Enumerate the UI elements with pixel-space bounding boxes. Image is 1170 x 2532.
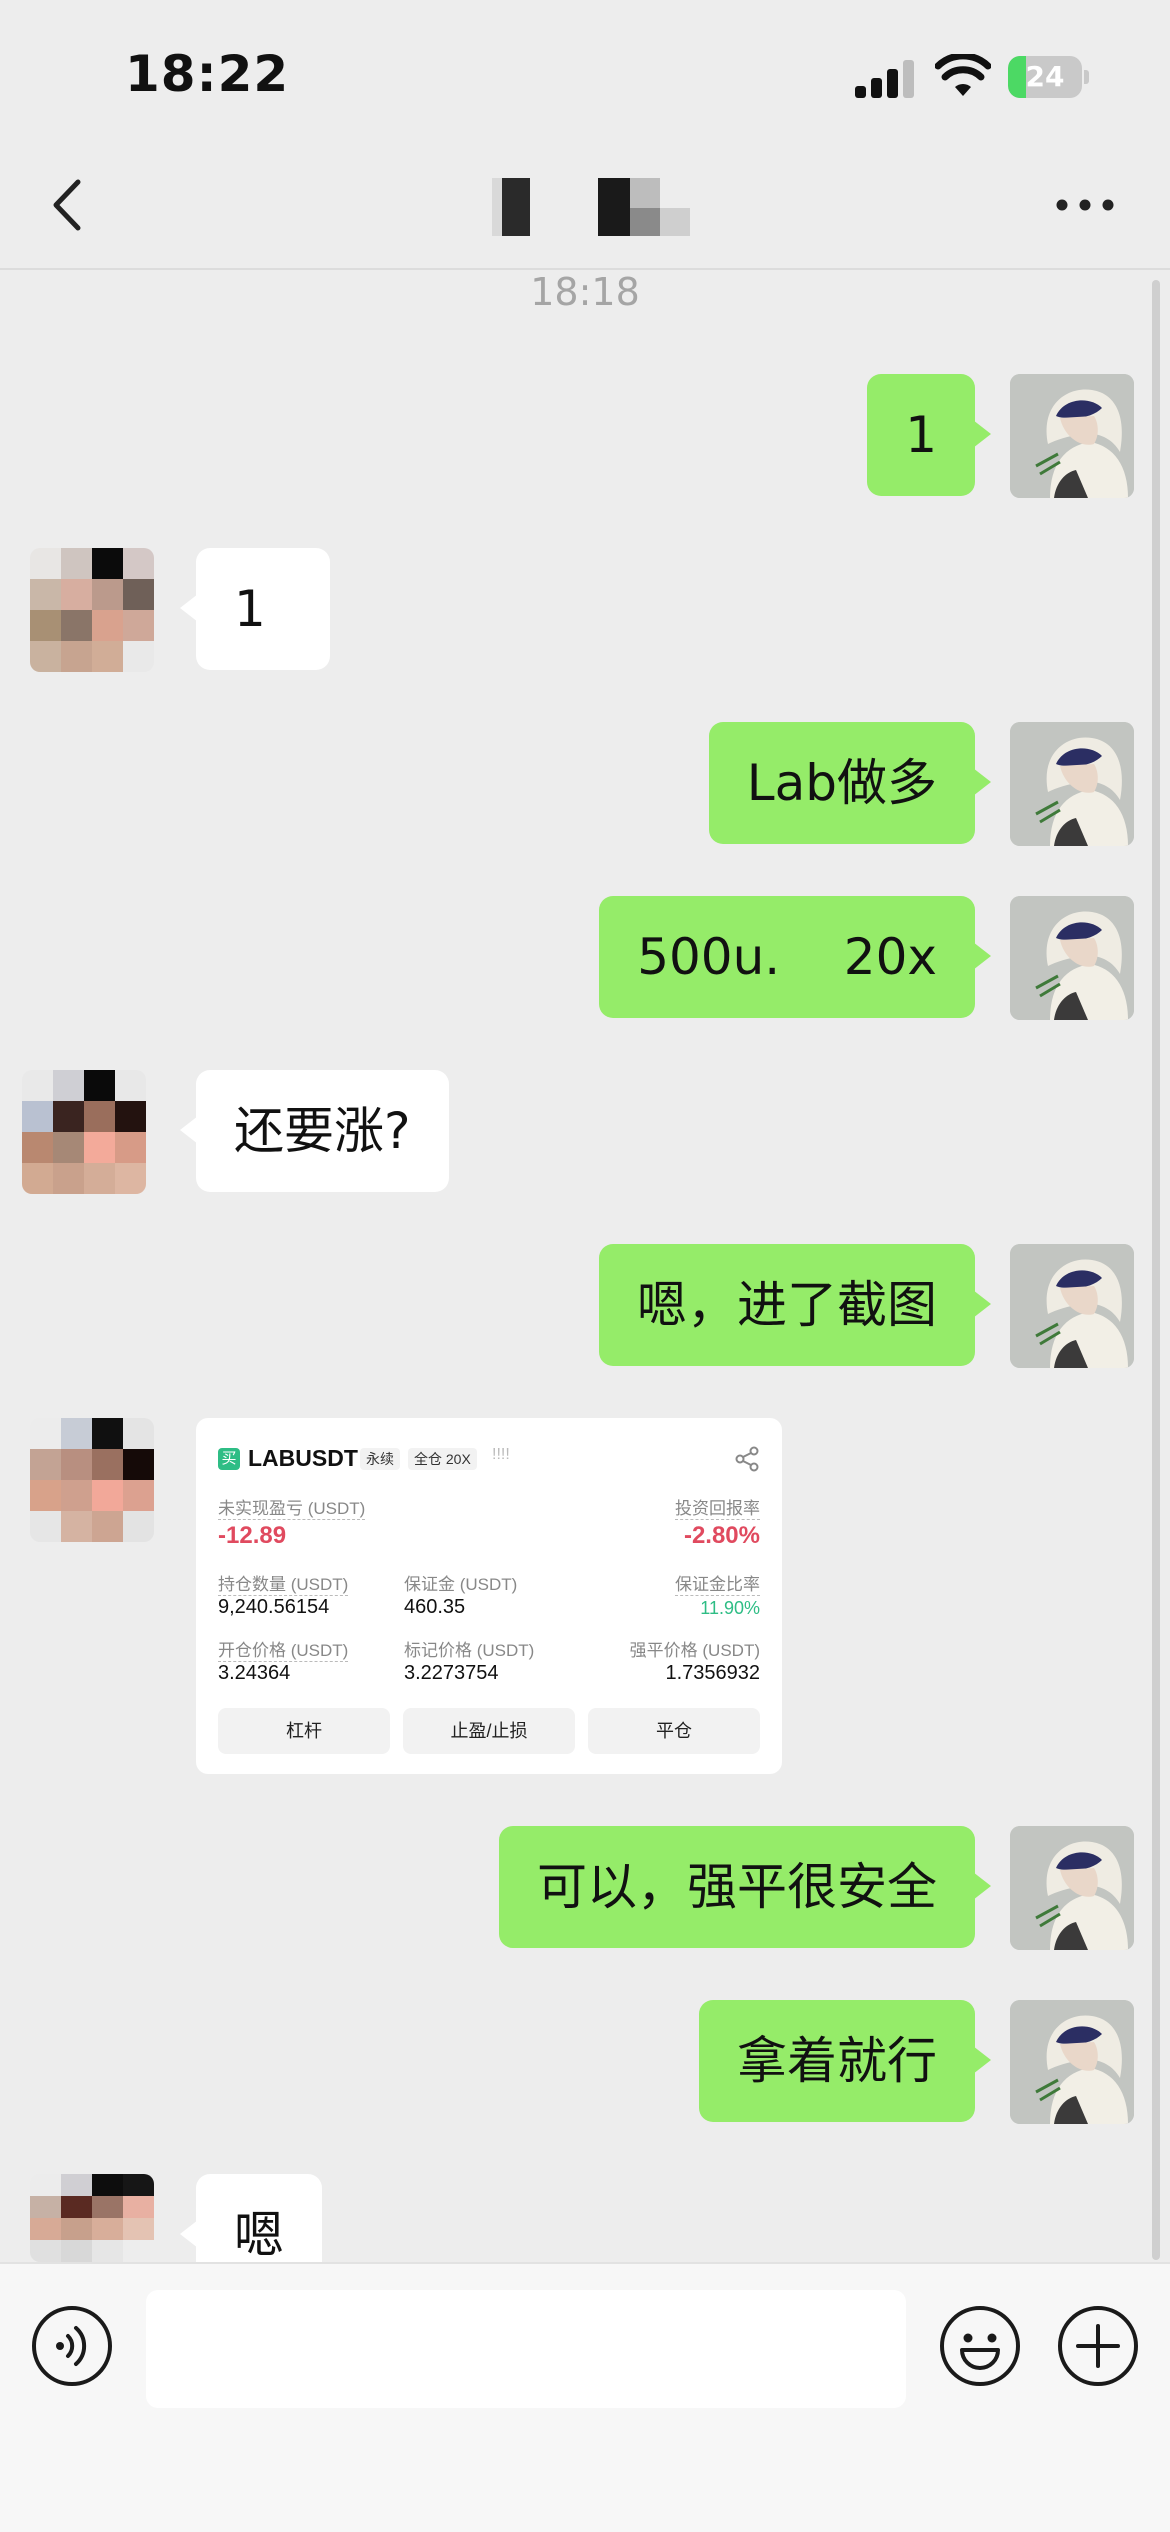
status-bar: 18:22 24 (0, 0, 1170, 140)
message-bubble-sent[interactable]: 嗯，进了截图 (599, 1244, 991, 1366)
position-size-value: 9,240.56154 (218, 1596, 330, 1618)
avatar[interactable] (1010, 374, 1134, 498)
tag-margin-mode: 全仓 20X (408, 1448, 477, 1470)
message-bubble-received[interactable]: 嗯 (180, 2174, 322, 2264)
message-bubble-sent[interactable]: 1 (867, 374, 991, 496)
close-position-button[interactable]: 平仓 (588, 1708, 760, 1754)
unrealized-pnl-value: -12.89 (218, 1522, 287, 1549)
unrealized-pnl-label: 未实现盈亏 (USDT) (218, 1494, 366, 1520)
position-screenshot-card[interactable]: 买 LABUSDT 永续 全仓 20X !!!! 未实现盈亏 (USDT) -1… (196, 1418, 782, 1774)
liq-price-value: 1.7356932 (665, 1662, 760, 1684)
avatar[interactable] (30, 2174, 154, 2262)
emoji-icon[interactable] (938, 2304, 1022, 2388)
more-dots-icon[interactable] (1050, 180, 1120, 230)
margin-ratio-value: 11.90% (700, 1598, 760, 1618)
tp-sl-button[interactable]: 止盈/止损 (403, 1708, 575, 1754)
voice-icon[interactable] (30, 2304, 114, 2388)
message-bubble-sent[interactable]: 可以，强平很安全 (499, 1826, 991, 1948)
battery-icon: 24 (1008, 56, 1089, 98)
wifi-icon (935, 54, 991, 96)
avatar[interactable] (1010, 2000, 1134, 2124)
leverage-button[interactable]: 杠杆 (218, 1708, 390, 1754)
mark-price-label: 标记价格 (USDT) (404, 1641, 535, 1660)
entry-price-value: 3.24364 (218, 1662, 291, 1684)
position-size-label: 持仓数量 (USDT) (218, 1570, 349, 1596)
scroll-indicator[interactable] (1152, 280, 1160, 2260)
message-bubble-sent[interactable]: 500u. 20x (599, 896, 991, 1018)
chevron-left-icon[interactable] (40, 170, 90, 240)
message-input[interactable] (146, 2290, 906, 2408)
tag-perpetual: 永续 (360, 1448, 400, 1470)
roi-value: -2.80% (683, 1522, 760, 1549)
avatar[interactable] (30, 548, 154, 672)
buy-tag: 买 (218, 1448, 240, 1470)
message-bubble-received[interactable]: 还要涨? (180, 1070, 449, 1192)
signal-bars: !!!! (492, 1446, 510, 1463)
chat-timestamp: 18:18 (530, 270, 640, 314)
mark-price-value: 3.2273754 (404, 1662, 499, 1684)
chat-title-redacted (490, 170, 700, 240)
share-icon (735, 1446, 759, 1472)
margin-ratio-label: 保证金比率 (675, 1570, 760, 1596)
input-bar (0, 2262, 1170, 2532)
liq-price-label: 强平价格 (USDT) (629, 1641, 760, 1660)
battery-percent: 24 (1025, 60, 1065, 93)
roi-label: 投资回报率 (675, 1494, 760, 1520)
avatar[interactable] (1010, 1244, 1134, 1368)
message-bubble-sent[interactable]: Lab做多 (708, 722, 992, 844)
avatar[interactable] (1010, 1826, 1134, 1950)
entry-price-label: 开仓价格 (USDT) (218, 1636, 349, 1662)
message-bubble-received[interactable]: 1 (180, 548, 330, 670)
status-time: 18:22 (125, 45, 290, 103)
avatar[interactable] (1010, 722, 1134, 846)
plus-icon[interactable] (1056, 2304, 1140, 2388)
avatar[interactable] (22, 1070, 146, 1194)
cellular-signal-icon (855, 58, 915, 98)
symbol: LABUSDT (248, 1445, 358, 1471)
avatar[interactable] (30, 1418, 154, 1542)
margin-value: 460.35 (404, 1596, 466, 1618)
margin-label: 保证金 (USDT) (404, 1575, 518, 1594)
message-bubble-sent[interactable]: 拿着就行 (699, 2000, 991, 2122)
chat-header (0, 140, 1170, 270)
avatar[interactable] (1010, 896, 1134, 1020)
